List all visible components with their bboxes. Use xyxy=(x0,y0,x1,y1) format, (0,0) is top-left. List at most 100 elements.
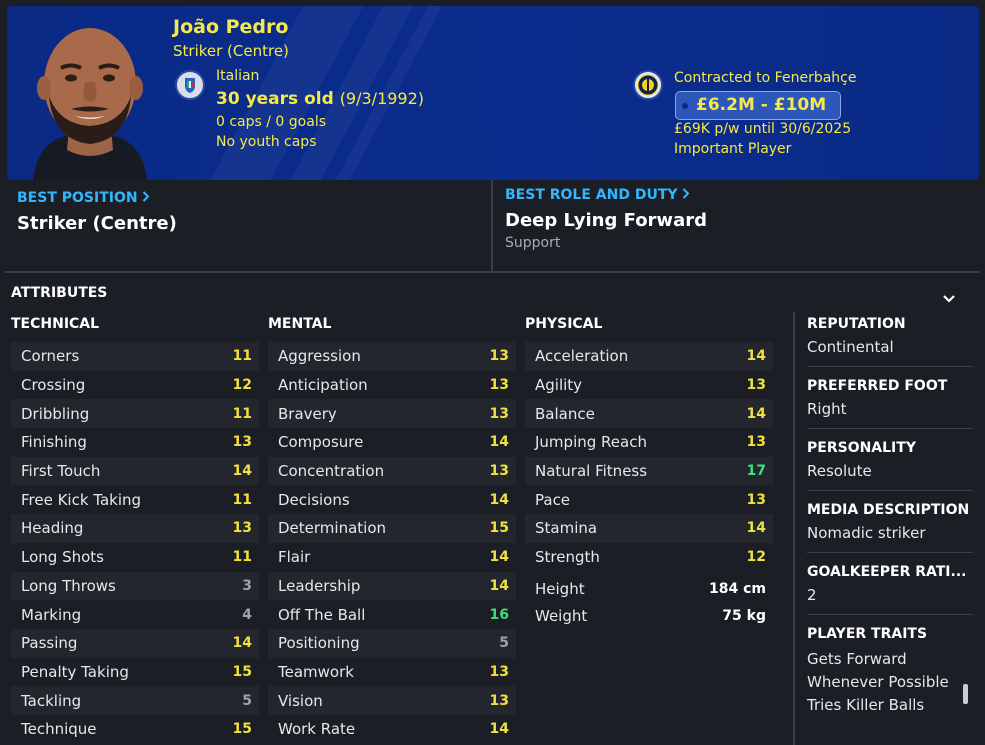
youth-caps: No youth caps xyxy=(216,134,317,150)
attribute-row[interactable]: Pace 13 xyxy=(525,485,773,514)
attribute-value: 14 xyxy=(232,463,252,480)
attribute-row[interactable]: Corners 11 xyxy=(11,342,259,371)
date-of-birth: (9/3/1992) xyxy=(339,89,425,108)
traits-scrollbar[interactable] xyxy=(963,684,968,704)
physical-list: Acceleration 14 Agility 13 Balance 14 Jumping … xyxy=(525,342,773,572)
body-measurements: Height 184 cm Weight 75 kg xyxy=(525,576,773,630)
attribute-name: Stamina xyxy=(535,519,598,538)
attribute-row[interactable]: Anticipation 13 xyxy=(268,371,516,400)
nationality[interactable]: Italian xyxy=(216,68,259,84)
attribute-name: Bravery xyxy=(278,404,337,423)
italy-flag-icon[interactable] xyxy=(175,70,205,100)
attribute-row[interactable]: Composure 14 xyxy=(268,428,516,457)
attribute-name: Heading xyxy=(21,519,84,538)
attribute-value: 14 xyxy=(489,721,509,738)
attribute-row[interactable]: Positioning 5 xyxy=(268,628,516,658)
best-position-link[interactable]: BEST POSITION xyxy=(17,190,487,206)
attribute-name: Teamwork xyxy=(278,662,354,681)
attribute-row[interactable]: Marking 4 xyxy=(11,600,259,629)
attribute-value: 5 xyxy=(242,692,252,709)
attribute-name: Strength xyxy=(535,548,600,567)
attribute-row[interactable]: Tackling 5 xyxy=(11,686,259,715)
attribute-name: Penalty Taking xyxy=(21,662,129,681)
reputation-value: Continental xyxy=(807,338,894,356)
attribute-name: Anticipation xyxy=(278,376,368,395)
side-panel: REPUTATION Continental PREFERRED FOOT Ri… xyxy=(807,316,973,717)
attribute-name: Agility xyxy=(535,376,583,395)
attribute-row[interactable]: Strength 12 xyxy=(525,543,773,572)
attribute-name: Acceleration xyxy=(535,347,629,366)
attribute-row[interactable]: First Touch 14 xyxy=(11,456,259,486)
attribute-row[interactable]: Natural Fitness 17 xyxy=(525,456,773,486)
transfer-value: £6.2M - £10M xyxy=(675,91,842,120)
attribute-row[interactable]: Flair 14 xyxy=(268,543,516,572)
attribute-row[interactable]: Finishing 13 xyxy=(11,428,259,457)
age-line: 30 years old (9/3/1992) xyxy=(216,89,424,109)
mental-title: MENTAL xyxy=(268,316,332,332)
best-role-link[interactable]: BEST ROLE AND DUTY xyxy=(505,187,975,203)
attribute-name: Passing xyxy=(21,634,78,653)
attribute-row[interactable]: Determination 15 xyxy=(268,514,516,543)
attribute-row[interactable]: Aggression 13 xyxy=(268,342,516,371)
attribute-row[interactable]: Vision 13 xyxy=(268,686,516,715)
attribute-row[interactable]: Long Throws 3 xyxy=(11,571,259,601)
trait-line: Gets Forward xyxy=(807,650,907,668)
attribute-value: 14 xyxy=(489,434,509,451)
contract-club[interactable]: Contracted to Fenerbahçe xyxy=(674,70,856,86)
media-description-block: MEDIA DESCRIPTION Nomadic striker xyxy=(807,502,973,553)
attribute-row[interactable]: Agility 13 xyxy=(525,371,773,400)
attribute-row[interactable]: Leadership 14 xyxy=(268,571,516,601)
attribute-row[interactable]: Teamwork 13 xyxy=(268,658,516,687)
attribute-value: 14 xyxy=(489,577,509,594)
attribute-name: Free Kick Taking xyxy=(21,490,142,509)
attribute-row[interactable]: Off The Ball 16 xyxy=(268,600,516,629)
attribute-name: Jumping Reach xyxy=(535,433,647,452)
club-badge-graphic xyxy=(637,74,659,96)
attribute-row[interactable]: Jumping Reach 13 xyxy=(525,428,773,457)
attribute-row[interactable]: Heading 13 xyxy=(11,514,259,543)
attribute-name: Finishing xyxy=(21,433,87,452)
attribute-row[interactable]: Acceleration 14 xyxy=(525,342,773,371)
fenerbahce-badge-icon[interactable] xyxy=(633,70,663,100)
trait-line: Whenever Possible xyxy=(807,673,949,691)
attribute-value: 14 xyxy=(746,405,766,422)
attribute-value: 14 xyxy=(489,491,509,508)
attribute-row[interactable]: Decisions 14 xyxy=(268,485,516,514)
height-row: Height 184 cm xyxy=(525,576,773,603)
attribute-name: Long Throws xyxy=(21,576,116,595)
attribute-name: Composure xyxy=(278,433,364,452)
squad-status: Important Player xyxy=(674,141,792,157)
chevron-right-icon xyxy=(143,191,150,202)
attribute-row[interactable]: Long Shots 11 xyxy=(11,543,259,572)
attribute-row[interactable]: Dribbling 11 xyxy=(11,399,259,429)
media-description-value: Nomadic striker xyxy=(807,524,926,542)
preferred-foot-value: Right xyxy=(807,400,847,418)
attribute-value: 12 xyxy=(746,549,766,566)
attribute-row[interactable]: Balance 14 xyxy=(525,399,773,429)
attribute-name: Natural Fitness xyxy=(535,462,648,481)
attribute-row[interactable]: Passing 14 xyxy=(11,628,259,658)
attribute-row[interactable]: Stamina 14 xyxy=(525,514,773,543)
attribute-row[interactable]: Penalty Taking 15 xyxy=(11,658,259,687)
attribute-value: 14 xyxy=(746,348,766,365)
mental-list: Aggression 13 Anticipation 13 Bravery 13 Compo… xyxy=(268,342,516,744)
attribute-row[interactable]: Work Rate 14 xyxy=(268,715,516,744)
chevron-down-icon[interactable] xyxy=(942,293,956,305)
attribute-row[interactable]: Technique 15 xyxy=(11,715,259,744)
attribute-name: First Touch xyxy=(21,462,101,481)
attribute-row[interactable]: Free Kick Taking 11 xyxy=(11,485,259,514)
attributes-title: ATTRIBUTES xyxy=(11,285,108,301)
personality-label: PERSONALITY xyxy=(807,440,916,456)
attribute-value: 15 xyxy=(232,721,252,738)
attribute-value: 13 xyxy=(489,663,509,680)
weight-label: Weight xyxy=(535,607,588,625)
media-description-label: MEDIA DESCRIPTION xyxy=(807,502,970,518)
attribute-row[interactable]: Bravery 13 xyxy=(268,399,516,429)
attribute-row[interactable]: Concentration 13 xyxy=(268,456,516,486)
attribute-name: Vision xyxy=(278,691,323,710)
attribute-value: 14 xyxy=(746,520,766,537)
height-label: Height xyxy=(535,580,585,598)
attribute-name: Off The Ball xyxy=(278,605,366,624)
attribute-row[interactable]: Crossing 12 xyxy=(11,371,259,400)
attribute-value: 13 xyxy=(489,405,509,422)
